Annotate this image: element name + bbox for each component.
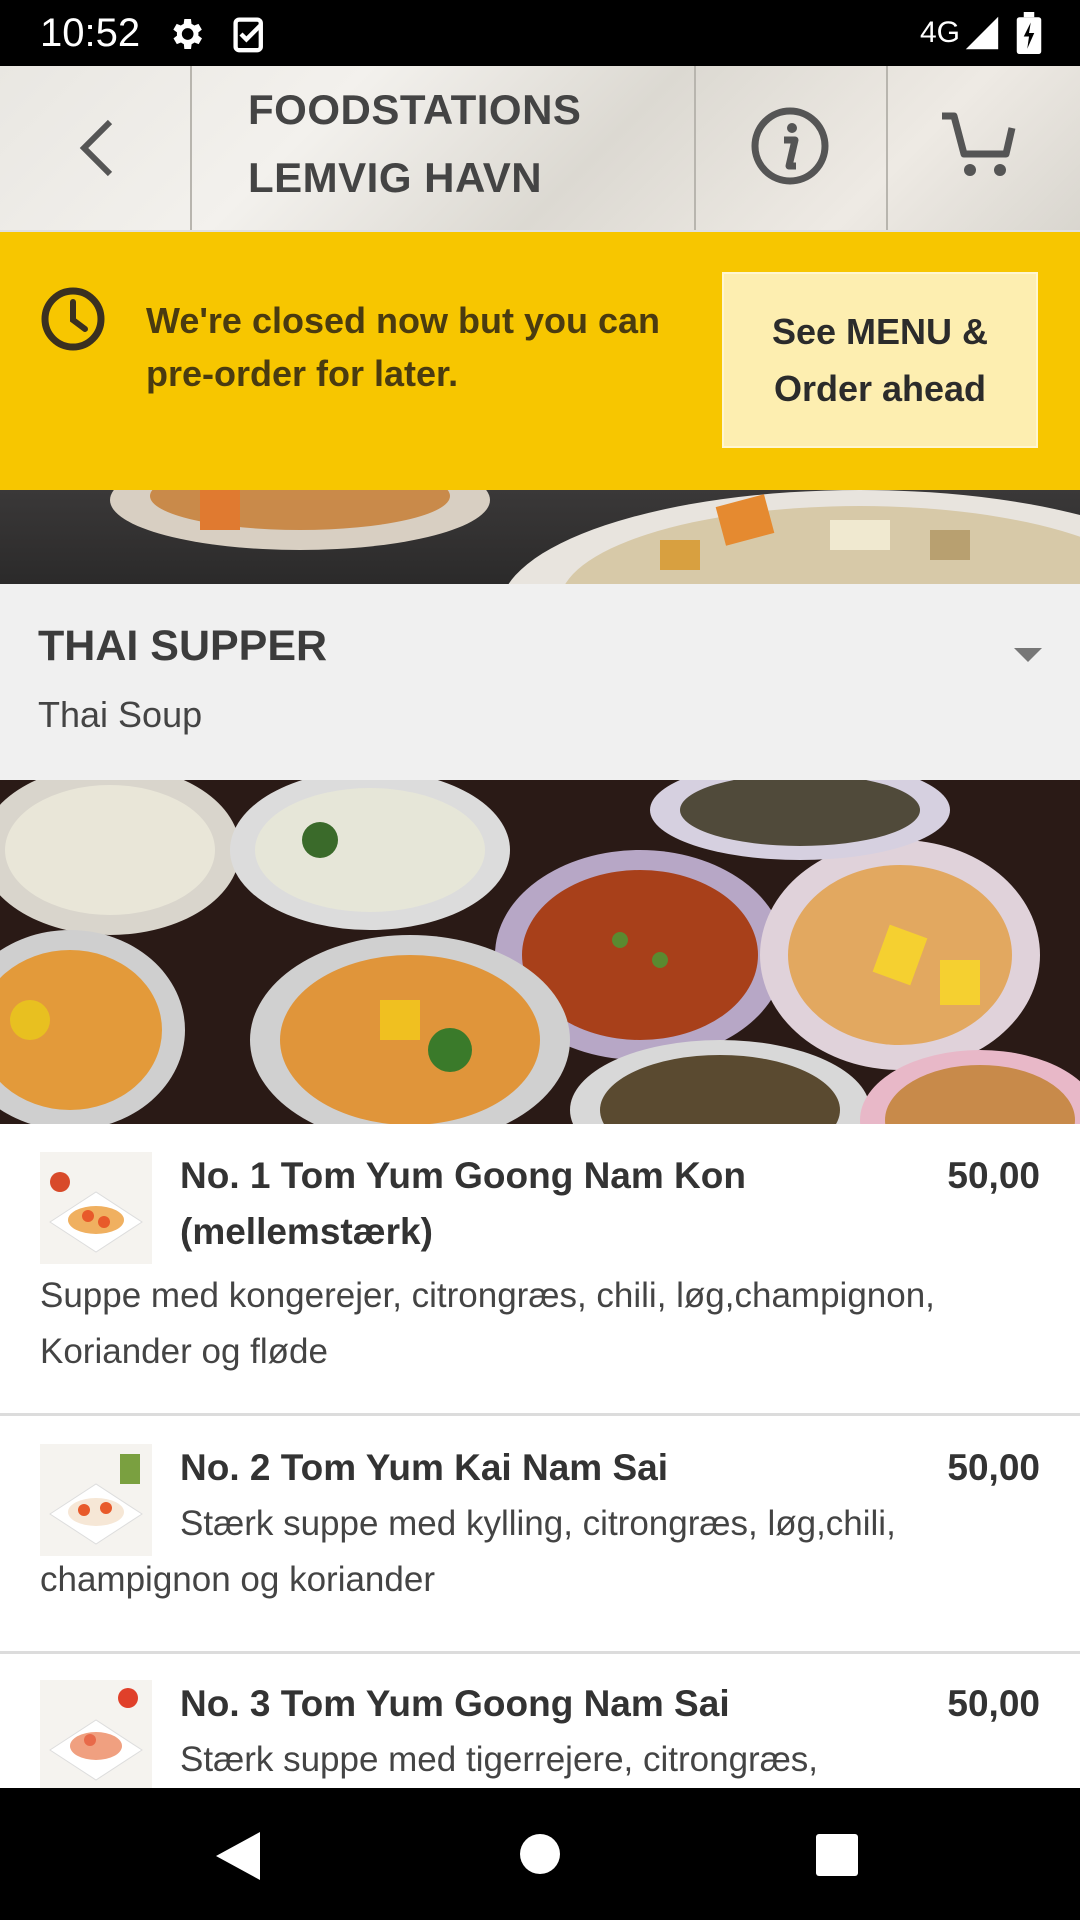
category-header[interactable]: THAI SUPPER Thai Soup	[0, 584, 1080, 780]
menu-item-description: Stærk suppe med tigerrejere, citrongræs,	[180, 1740, 819, 1779]
menu-item[interactable]: No. 1 Tom Yum Goong Nam Kon (mellemstærk…	[0, 1124, 1080, 1416]
battery-charging-icon	[1016, 12, 1042, 59]
nav-recents-icon[interactable]	[816, 1834, 858, 1881]
cart-button[interactable]	[888, 66, 1080, 230]
title-line-2: LEMVIG HAVN	[248, 154, 543, 201]
see-menu-order-ahead-button[interactable]: See MENU & Order ahead	[722, 272, 1038, 448]
title-line-1: FOODSTATIONS	[248, 86, 582, 133]
nav-home-icon[interactable]	[518, 1832, 562, 1881]
category-title: THAI SUPPER	[38, 622, 328, 670]
info-button[interactable]	[696, 66, 888, 230]
cart-icon	[940, 110, 1020, 185]
restaurant-title: FOODSTATIONS LEMVIG HAVN	[192, 66, 696, 230]
task-check-icon	[232, 14, 268, 59]
signal-icon	[964, 14, 1000, 57]
back-arrow-icon	[76, 118, 116, 183]
menu-item-price: 50,00	[947, 1155, 1040, 1196]
app-header: FOODSTATIONS LEMVIG HAVN	[0, 66, 1080, 230]
menu-item-price: 50,00	[947, 1683, 1040, 1724]
caret-down-icon[interactable]	[1014, 646, 1042, 667]
category-hero-image	[0, 780, 1080, 1124]
menu-item[interactable]: No. 3 Tom Yum Goong Nam Sai 50,00 Stærk …	[0, 1654, 1080, 1788]
gear-icon	[166, 14, 206, 59]
category-subtitle: Thai Soup	[38, 694, 203, 735]
menu-item-name: No. 3 Tom Yum Goong Nam Sai	[180, 1683, 730, 1724]
menu-item-price: 50,00	[947, 1447, 1040, 1488]
menu-item-description: Suppe med kongerejer, citrongræs, chili,…	[40, 1276, 935, 1371]
menu-item-name: No. 1 Tom Yum Goong Nam Kon (mellemstærk…	[180, 1155, 746, 1252]
clock-icon	[40, 286, 106, 357]
nav-back-icon[interactable]	[216, 1832, 260, 1885]
menu-item-thumbnail	[40, 1152, 152, 1264]
menu-item[interactable]: No. 2 Tom Yum Kai Nam Sai 50,00 Stærk su…	[0, 1416, 1080, 1654]
menu-item-description: Stærk suppe med kylling, citrongræs, løg…	[40, 1504, 896, 1599]
network-type: 4G	[920, 16, 961, 49]
closed-message: We're closed now but you can pre-order f…	[146, 300, 660, 394]
system-nav-bar	[0, 1788, 1080, 1920]
header-food-image	[0, 490, 1080, 584]
info-icon	[750, 106, 830, 191]
closed-banner: We're closed now but you can pre-order f…	[0, 232, 1080, 490]
status-bar: 10:52 4G	[0, 0, 1080, 66]
back-button[interactable]	[0, 66, 192, 230]
status-time: 10:52	[40, 11, 141, 55]
menu-item-name: No. 2 Tom Yum Kai Nam Sai	[180, 1447, 668, 1488]
